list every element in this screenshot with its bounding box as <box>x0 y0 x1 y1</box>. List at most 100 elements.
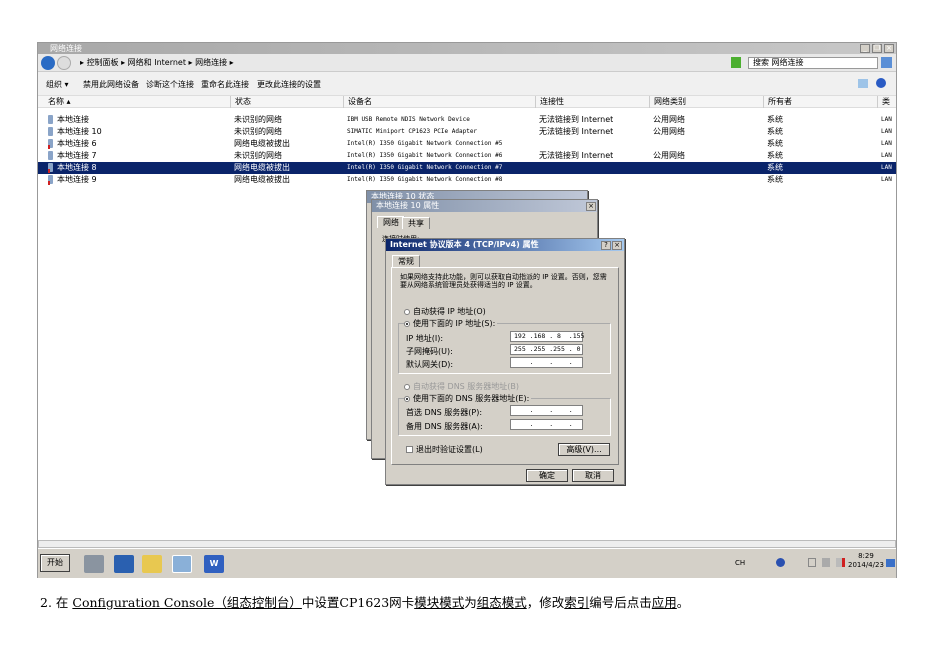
column-connectivity[interactable]: 连接性 <box>535 96 649 108</box>
search-icon[interactable] <box>881 57 892 68</box>
network-tray-icon[interactable] <box>822 558 830 567</box>
rename-button[interactable]: 重命名此连接 <box>201 79 249 90</box>
change-settings-button[interactable]: 更改此连接的设置 <box>257 79 321 90</box>
window-titlebar: 网络连接 _ ❐ × <box>38 43 896 54</box>
auto-ip-radio[interactable]: 自动获得 IP 地址(O) <box>404 306 486 317</box>
device-name: Intel(R) I350 Gigabit Network Connection… <box>347 150 502 162</box>
gateway-field[interactable]: . . . <box>510 357 583 368</box>
device-name: Intel(R) I350 Gigabit Network Connection… <box>347 162 502 174</box>
column-header: 名称 ▴ 状态 设备名 连接性 网络类别 所有者 类型 <box>38 96 896 108</box>
refresh-icon[interactable] <box>731 57 741 68</box>
connection-type: LAN <box>881 174 892 186</box>
show-desktop-icon[interactable] <box>886 559 895 567</box>
auto-dns-radio[interactable]: 自动获得 DNS 服务器地址(B) <box>404 381 519 392</box>
volume-muted-icon[interactable] <box>836 558 845 567</box>
ok-button[interactable]: 确定 <box>526 469 568 482</box>
breadcrumb-item: 网络和 Internet <box>127 58 186 67</box>
cancel-button[interactable]: 取消 <box>572 469 614 482</box>
table-row[interactable]: 本地连接 8 网络电缆被拔出 Intel(R) I350 Gigabit Netwo… <box>38 162 896 174</box>
ip-address-field[interactable]: 192 .168 . 8 .155 <box>510 331 584 342</box>
connection-type: LAN <box>881 114 892 126</box>
table-row[interactable]: 本地连接 7 未识别的网络 Intel(R) I350 Gigabit Networ… <box>38 150 896 162</box>
close-button[interactable]: × <box>884 44 894 53</box>
device-name: Intel(R) I350 Gigabit Network Connection… <box>347 174 502 186</box>
connection-status: 网络电缆被拔出 <box>234 174 290 186</box>
device-name: IBM USB Remote NDIS Network Device <box>347 114 470 126</box>
owner-text: 系统 <box>767 127 783 136</box>
description-text: 如果网络支持此功能，则可以获取自动指派的 IP 设置。否则，您需要从网络系统管理… <box>400 273 607 289</box>
preferred-dns-field[interactable]: . . . <box>510 405 583 416</box>
connection-type: LAN <box>881 150 892 162</box>
tcpip-close-button[interactable]: × <box>612 241 622 250</box>
flag-icon[interactable] <box>808 558 816 567</box>
auto-dns-label: 自动获得 DNS 服务器地址(B) <box>413 382 520 391</box>
validate-label: 退出时验证设置(L) <box>416 445 483 454</box>
connection-name-text: 本地连接 6 <box>57 139 97 148</box>
network-category: 公用网络 <box>653 114 685 126</box>
explorer-icon[interactable] <box>142 555 162 573</box>
table-row[interactable]: 本地连接 9 网络电缆被拔出 Intel(R) I350 Gigabit Netwo… <box>38 174 896 186</box>
minimize-button[interactable]: _ <box>860 44 870 53</box>
column-name[interactable]: 名称 ▴ <box>44 96 234 108</box>
tab-sharing[interactable]: 共享 <box>402 217 430 229</box>
clock-time: 8:29 <box>858 552 874 560</box>
connection-status: 网络电缆被拔出 <box>234 162 290 174</box>
column-owner[interactable]: 所有者 <box>763 96 877 108</box>
address-bar: ▸ 控制面板 ▸ 网络和 Internet ▸ 网络连接 ▸ 搜索 网络连接 <box>38 54 896 72</box>
subnet-mask-field[interactable]: 255 .255 .255 . 0 <box>510 344 583 355</box>
network-adapter-icon <box>48 115 53 124</box>
disable-device-button[interactable]: 禁用此网络设备 <box>83 79 139 90</box>
language-indicator[interactable]: CH <box>735 559 745 567</box>
horizontal-scrollbar[interactable] <box>38 540 896 548</box>
ip-label: IP 地址(I): <box>406 334 444 343</box>
organize-menu[interactable]: 组织 ▾ <box>46 79 69 90</box>
back-icon[interactable] <box>41 56 55 70</box>
manual-dns-radio[interactable]: 使用下面的 DNS 服务器地址(E): <box>404 393 532 404</box>
tab-general[interactable]: 常规 <box>392 255 420 267</box>
connection-type: LAN <box>881 138 892 150</box>
network-connections-task-icon[interactable] <box>172 555 192 573</box>
tcpip-dialog-title: Internet 协议版本 4 (TCP/IPv4) 属性 <box>386 239 624 251</box>
manual-ip-radio[interactable]: 使用下面的 IP 地址(S): <box>404 318 498 329</box>
search-input[interactable]: 搜索 网络连接 <box>748 57 878 69</box>
table-row[interactable]: 本地连接 6 网络电缆被拔出 Intel(R) I350 Gigabit Netwo… <box>38 138 896 150</box>
clock[interactable]: 8:29 2014/4/23 <box>848 552 884 570</box>
tab-network[interactable]: 网络 <box>377 216 405 228</box>
help-icon[interactable] <box>876 78 886 88</box>
owner-text: 系统 <box>767 139 783 148</box>
column-type[interactable]: 类型 <box>877 96 897 108</box>
connection-type: LAN <box>881 162 892 174</box>
maximize-button[interactable]: ❐ <box>872 44 882 53</box>
column-status[interactable]: 状态 <box>230 96 343 108</box>
validate-checkbox[interactable]: 退出时验证设置(L) <box>406 444 483 455</box>
forward-icon[interactable] <box>57 56 71 70</box>
radio-icon <box>404 308 410 315</box>
connection-status: 未识别的网络 <box>234 114 282 126</box>
radio-icon <box>404 320 410 327</box>
network-category-text: 公用网络 <box>653 151 685 160</box>
preview-pane-icon[interactable] <box>858 79 868 88</box>
help-button[interactable]: ? <box>601 241 611 250</box>
help-tray-icon[interactable] <box>776 558 785 567</box>
diagnose-button[interactable]: 诊断这个连接 <box>146 79 194 90</box>
breadcrumb[interactable]: ▸ 控制面板 ▸ 网络和 Internet ▸ 网络连接 ▸ <box>80 57 234 69</box>
word-icon[interactable]: W <box>204 555 224 573</box>
owner: 系统 <box>767 126 783 138</box>
powershell-icon[interactable] <box>114 555 134 573</box>
start-button[interactable]: 开始 <box>40 554 70 572</box>
connection-type-text: LAN <box>881 128 892 135</box>
table-row[interactable]: 本地连接 10 未识别的网络 SIMATIC Miniport CP1623 PCI… <box>38 126 896 138</box>
caption-link: Configuration Console（组态控制台） <box>72 595 302 610</box>
auto-ip-label: 自动获得 IP 地址(O) <box>413 307 486 316</box>
caption-text: 2. 在 <box>40 595 73 610</box>
advanced-button[interactable]: 高级(V)... <box>558 443 610 456</box>
connection-name: 本地连接 8 <box>48 162 97 174</box>
column-device[interactable]: 设备名 <box>343 96 535 108</box>
alternate-dns-field[interactable]: . . . <box>510 419 583 430</box>
table-row[interactable]: 本地连接 未识别的网络 IBM USB Remote NDIS Network De… <box>38 114 896 126</box>
properties-close-button[interactable]: × <box>586 202 596 211</box>
owner: 系统 <box>767 138 783 150</box>
connection-type-text: LAN <box>881 152 892 159</box>
server-manager-icon[interactable] <box>84 555 104 573</box>
column-category[interactable]: 网络类别 <box>649 96 763 108</box>
